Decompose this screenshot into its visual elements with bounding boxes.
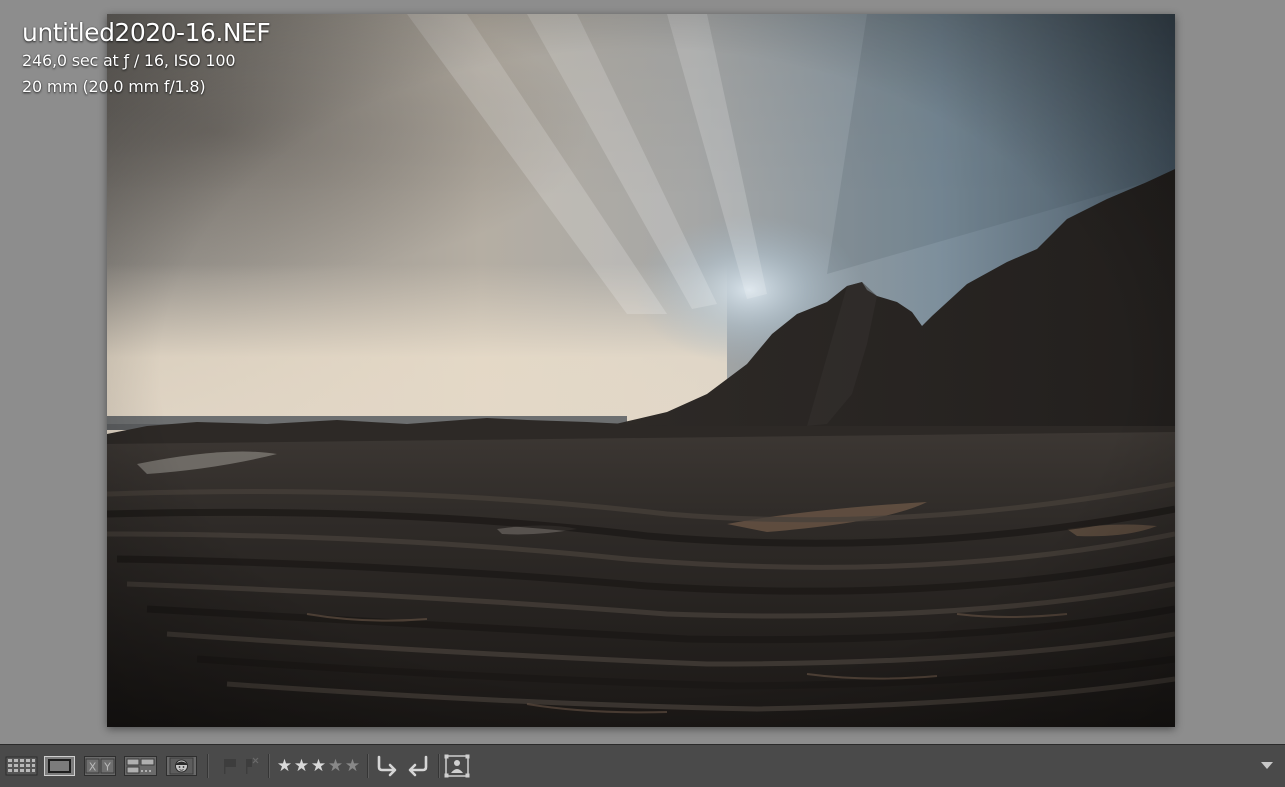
loupe-view-button[interactable] xyxy=(44,756,75,776)
compare-view-button[interactable]: X Y xyxy=(84,756,116,776)
photo-info-overlay: untitled2020-16.NEF 246,0 sec at ƒ / 16,… xyxy=(22,18,271,105)
landscape-photo-image xyxy=(107,14,1175,727)
toolbar-separator xyxy=(438,754,440,778)
star-2-icon[interactable]: ★ xyxy=(293,754,310,778)
loupe-icon xyxy=(48,759,71,773)
rotate-right-icon xyxy=(408,755,428,777)
lightroom-library-window: untitled2020-16.NEF 246,0 sec at ƒ / 16,… xyxy=(0,0,1285,787)
toolbar-separator xyxy=(367,754,369,778)
people-icon xyxy=(169,757,194,775)
compare-icon: X Y xyxy=(85,758,115,774)
flag-icon xyxy=(224,759,236,774)
compare-label-x: X xyxy=(89,761,97,774)
survey-icon xyxy=(126,758,155,774)
star-4-icon[interactable]: ★ xyxy=(327,754,344,778)
toolbar-separator xyxy=(268,754,270,778)
photo-exposure-info: 246,0 sec at ƒ / 16, ISO 100 xyxy=(22,51,236,70)
reject-flag-icon xyxy=(246,757,259,774)
loupe-photo[interactable] xyxy=(107,14,1175,727)
photo-filename: untitled2020-16.NEF xyxy=(22,18,271,47)
star-1-icon[interactable]: ★ xyxy=(276,754,293,778)
rotate-left-icon xyxy=(377,755,397,777)
grid-view-button[interactable] xyxy=(5,756,38,776)
toolbar-separator xyxy=(207,754,209,778)
toolbar-options-chevron-down-icon[interactable] xyxy=(1261,762,1273,769)
grid-icon xyxy=(5,756,38,776)
loupe-view-area: untitled2020-16.NEF 246,0 sec at ƒ / 16,… xyxy=(0,0,1285,744)
rotate-right-button[interactable] xyxy=(405,754,431,778)
star-3-icon[interactable]: ★ xyxy=(310,754,327,778)
bottom-toolbar: X Y ★ ★ ★ ★ ★ xyxy=(0,744,1285,787)
flag-reject-button[interactable] xyxy=(243,756,261,776)
survey-view-button[interactable] xyxy=(124,756,157,776)
photo-lens-info: 20 mm (20.0 mm f/1.8) xyxy=(22,77,206,96)
crop-overlay-icon xyxy=(444,754,470,778)
compare-label-y: Y xyxy=(103,761,111,774)
crop-overlay-button[interactable] xyxy=(444,754,470,778)
people-view-button[interactable] xyxy=(166,756,197,776)
star-rating[interactable]: ★ ★ ★ ★ ★ xyxy=(276,754,361,778)
flag-pick-button[interactable] xyxy=(221,756,239,776)
rotate-left-button[interactable] xyxy=(374,754,400,778)
star-5-icon[interactable]: ★ xyxy=(344,754,361,778)
